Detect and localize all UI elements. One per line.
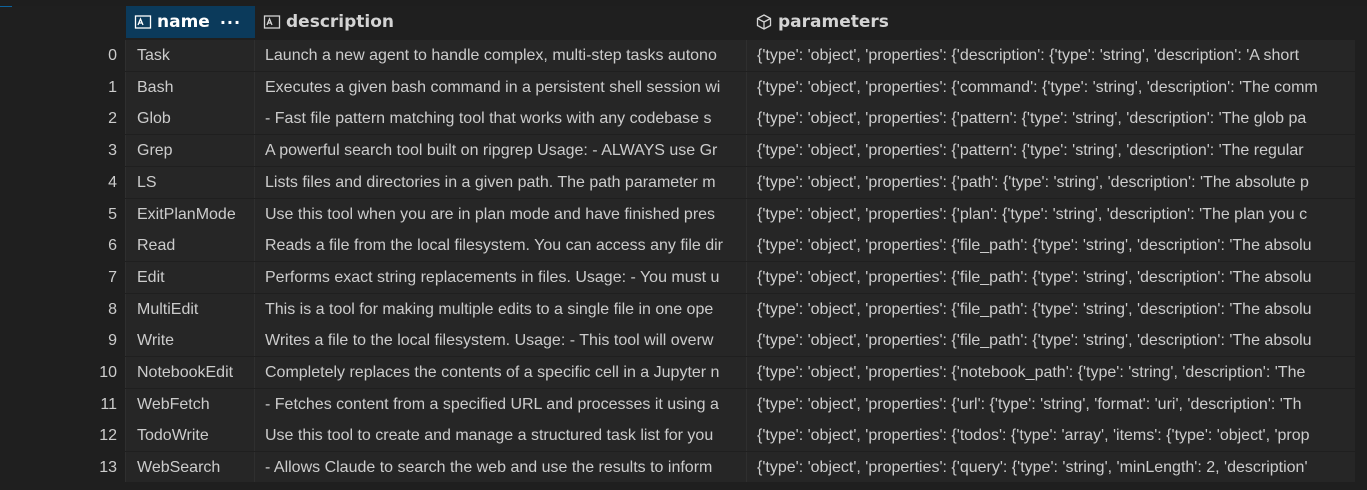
- column-header-name[interactable]: name ···: [126, 6, 255, 38]
- column-menu-button[interactable]: ···: [220, 13, 241, 32]
- cell-name[interactable]: WebFetch: [126, 388, 255, 420]
- column-header-description-label: description: [286, 12, 395, 32]
- cell-parameters[interactable]: {'type': 'object', 'properties': {'plan'…: [747, 198, 1355, 230]
- row-index: 9: [12, 325, 126, 357]
- cell-name[interactable]: TodoWrite: [126, 420, 255, 452]
- row-index: 3: [12, 135, 126, 167]
- row-index: 2: [12, 103, 126, 135]
- cell-parameters[interactable]: {'type': 'object', 'properties': {'todos…: [747, 420, 1355, 452]
- cell-parameters[interactable]: {'type': 'object', 'properties': {'url':…: [747, 388, 1355, 420]
- cell-name[interactable]: Read: [126, 230, 255, 262]
- cell-name[interactable]: MultiEdit: [126, 293, 255, 325]
- column-header-parameters[interactable]: parameters: [747, 6, 1355, 38]
- table-row[interactable]: 12 TodoWrite Use this tool to create and m…: [12, 420, 1355, 452]
- cell-name[interactable]: Edit: [126, 261, 255, 293]
- cell-description[interactable]: Use this tool to create and manage a str…: [255, 420, 747, 452]
- row-index: 7: [12, 261, 126, 293]
- table-row[interactable]: 9 Write Writes a file to the local filesys…: [12, 325, 1355, 357]
- cell-name[interactable]: Grep: [126, 135, 255, 167]
- cell-name[interactable]: Write: [126, 325, 255, 357]
- horizontal-scrollbar[interactable]: [0, 482, 1367, 490]
- cell-description[interactable]: Launch a new agent to handle complex, mu…: [255, 40, 747, 71]
- text-column-icon: [263, 15, 281, 29]
- row-index: 12: [12, 420, 126, 452]
- cell-name[interactable]: WebSearch: [126, 452, 255, 482]
- table-row[interactable]: 11 WebFetch - Fetches content from a speci…: [12, 388, 1355, 420]
- cell-description[interactable]: Executes a given bash command in a persi…: [255, 71, 747, 103]
- table-row[interactable]: 8 MultiEdit This is a tool for making mult…: [12, 293, 1355, 325]
- cell-parameters[interactable]: {'type': 'object', 'properties': {'file_…: [747, 230, 1355, 262]
- cell-description[interactable]: This is a tool for making multiple edits…: [255, 293, 747, 325]
- cell-description[interactable]: Performs exact string replacements in fi…: [255, 261, 747, 293]
- row-index: 0: [12, 40, 126, 71]
- cell-name[interactable]: Bash: [126, 71, 255, 103]
- cell-description[interactable]: Use this tool when you are in plan mode …: [255, 198, 747, 230]
- row-index: 1: [12, 71, 126, 103]
- cell-parameters[interactable]: {'type': 'object', 'properties': {'file_…: [747, 325, 1355, 357]
- cell-description[interactable]: - Allows Claude to search the web and us…: [255, 452, 747, 482]
- cell-description[interactable]: A powerful search tool built on ripgrep …: [255, 135, 747, 167]
- cell-name[interactable]: LS: [126, 166, 255, 198]
- vertical-scrollbar[interactable]: [1355, 6, 1367, 482]
- cell-name[interactable]: NotebookEdit: [126, 357, 255, 388]
- cell-parameters[interactable]: {'type': 'object', 'properties': {'path'…: [747, 166, 1355, 198]
- table-row[interactable]: 2 Glob - Fast file pattern matching tool t…: [12, 103, 1355, 135]
- cell-parameters[interactable]: {'type': 'object', 'properties': {'comma…: [747, 71, 1355, 103]
- cell-name[interactable]: ExitPlanMode: [126, 198, 255, 230]
- cell-parameters[interactable]: {'type': 'object', 'properties': {'noteb…: [747, 357, 1355, 388]
- table-row[interactable]: 4 LS Lists files and directories in a give…: [12, 166, 1355, 198]
- row-index: 8: [12, 293, 126, 325]
- text-column-icon: [134, 15, 152, 29]
- cell-parameters[interactable]: {'type': 'object', 'properties': {'patte…: [747, 135, 1355, 167]
- cell-description[interactable]: Reads a file from the local filesystem. …: [255, 230, 747, 262]
- column-header-name-label: name: [157, 12, 210, 32]
- column-header-parameters-label: parameters: [778, 12, 889, 32]
- row-index: 6: [12, 230, 126, 262]
- data-grid: name ··· description parameters 0 Task Lau…: [12, 6, 1355, 482]
- table-row[interactable]: 5 ExitPlanMode Use this tool when you are …: [12, 198, 1355, 230]
- table-row[interactable]: 1 Bash Executes a given bash command in a …: [12, 71, 1355, 103]
- cell-description[interactable]: Completely replaces the contents of a sp…: [255, 357, 747, 388]
- cube-icon: [756, 14, 772, 30]
- cell-description[interactable]: - Fetches content from a specified URL a…: [255, 388, 747, 420]
- row-index: 13: [12, 452, 126, 482]
- row-index: 4: [12, 166, 126, 198]
- column-header-description[interactable]: description: [255, 6, 747, 38]
- cell-parameters[interactable]: {'type': 'object', 'properties': {'file_…: [747, 261, 1355, 293]
- cell-parameters[interactable]: {'type': 'object', 'properties': {'descr…: [747, 40, 1355, 71]
- cell-description[interactable]: - Fast file pattern matching tool that w…: [255, 103, 747, 135]
- cell-name[interactable]: Glob: [126, 103, 255, 135]
- table-row[interactable]: 3 Grep A powerful search tool built on rip…: [12, 135, 1355, 167]
- cell-parameters[interactable]: {'type': 'object', 'properties': {'patte…: [747, 103, 1355, 135]
- grid-header: name ··· description parameters: [12, 6, 1355, 38]
- row-index: 11: [12, 388, 126, 420]
- cell-parameters[interactable]: {'type': 'object', 'properties': {'query…: [747, 452, 1355, 482]
- table-row[interactable]: 10 NotebookEdit Completely replaces the co…: [12, 357, 1355, 388]
- table-row[interactable]: 13 WebSearch - Allows Claude to search the…: [12, 452, 1355, 482]
- table-row[interactable]: 0 Task Launch a new agent to handle comple…: [12, 40, 1355, 71]
- table-row[interactable]: 6 Read Reads a file from the local filesys…: [12, 230, 1355, 262]
- cell-description[interactable]: Lists files and directories in a given p…: [255, 166, 747, 198]
- cell-description[interactable]: Writes a file to the local filesystem. U…: [255, 325, 747, 357]
- cell-parameters[interactable]: {'type': 'object', 'properties': {'file_…: [747, 293, 1355, 325]
- table-row[interactable]: 7 Edit Performs exact string replacements …: [12, 261, 1355, 293]
- row-index: 10: [12, 357, 126, 388]
- row-index: 5: [12, 198, 126, 230]
- cell-name[interactable]: Task: [126, 40, 255, 71]
